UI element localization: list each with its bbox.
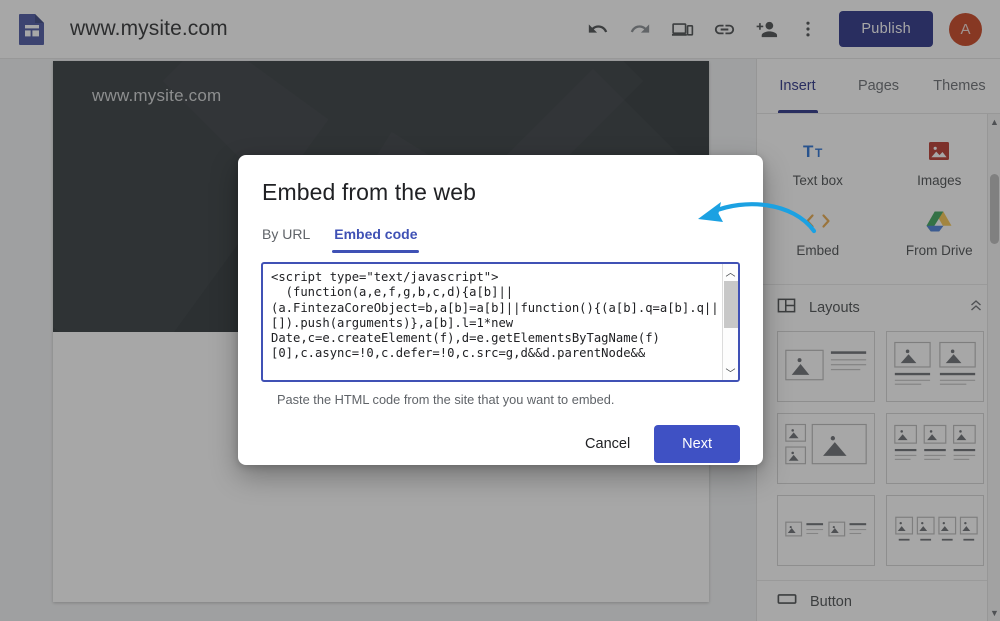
undo-icon[interactable] [577, 8, 619, 50]
embed-from-web-dialog: Embed from the web By URL Embed code <sc… [238, 155, 763, 465]
insert-item-images[interactable]: Images [879, 128, 1000, 198]
insert-item-embed[interactable]: Embed [757, 198, 879, 268]
tab-by-url[interactable]: By URL [262, 226, 310, 253]
avatar[interactable]: A [949, 13, 982, 46]
copy-link-icon[interactable] [703, 8, 745, 50]
layout-thumb-image-left-text-right[interactable] [777, 331, 875, 402]
tab-insert[interactable]: Insert [757, 59, 838, 113]
code-scroll-down-icon[interactable]: ﹀ [723, 365, 738, 380]
insert-item-from-drive[interactable]: From Drive [879, 198, 1000, 268]
dialog-actions: Cancel Next [261, 425, 740, 463]
images-icon [927, 138, 951, 164]
layout-thumb-two-small-one-large[interactable] [777, 413, 875, 484]
layout-thumb-three-images-three-texts[interactable] [886, 413, 984, 484]
tab-pages[interactable]: Pages [838, 59, 919, 113]
layout-thumb-two-images-two-texts[interactable] [886, 331, 984, 402]
tab-themes[interactable]: Themes [919, 59, 1000, 113]
insert-items-grid: T T Text box Images [757, 114, 1000, 285]
add-person-icon[interactable] [745, 8, 787, 50]
button-section: Button [757, 580, 1000, 620]
site-title: www.mysite.com [70, 17, 228, 41]
more-vertical-icon[interactable] [787, 8, 829, 50]
layouts-section-header[interactable]: Layouts [757, 285, 1000, 329]
insert-label-text-box: Text box [793, 173, 843, 188]
insert-label-images: Images [917, 173, 961, 188]
google-drive-icon [926, 208, 952, 234]
button-rect-icon [777, 592, 797, 611]
embed-code-text[interactable]: <script type="text/javascript"> (functio… [263, 264, 722, 380]
banner-url-text: www.mysite.com [92, 86, 221, 106]
button-section-header[interactable]: Button [757, 581, 1000, 620]
preview-devices-icon[interactable] [661, 8, 703, 50]
google-sites-logo-icon [18, 13, 46, 45]
button-title: Button [810, 594, 984, 610]
cancel-button[interactable]: Cancel [569, 426, 646, 462]
layout-thumb-two-image-text-pairs[interactable] [777, 495, 875, 566]
svg-text:T: T [803, 142, 814, 161]
layout-thumb-four-images-row[interactable] [886, 495, 984, 566]
scroll-up-arrow-icon[interactable]: ▲ [988, 114, 1000, 130]
insert-item-text-box[interactable]: T T Text box [757, 128, 879, 198]
embed-code-field[interactable]: <script type="text/javascript"> (functio… [261, 262, 740, 382]
layouts-title: Layouts [809, 300, 955, 316]
next-button[interactable]: Next [654, 425, 740, 463]
publish-button[interactable]: Publish [839, 11, 933, 47]
redo-icon[interactable] [619, 8, 661, 50]
insert-label-from-drive: From Drive [906, 243, 973, 258]
code-scrollbar-thumb[interactable] [724, 281, 738, 328]
scroll-down-arrow-icon[interactable]: ▼ [988, 605, 1000, 621]
svg-text:T: T [815, 146, 823, 160]
sidebar-tabs: Insert Pages Themes [757, 59, 1000, 114]
embed-code-hint: Paste the HTML code from the site that y… [261, 392, 740, 407]
embed-code-icon [803, 208, 833, 234]
text-box-icon: T T [803, 138, 833, 164]
sidebar-scrollbar-thumb[interactable] [990, 174, 999, 244]
sidebar-scrollbar[interactable]: ▲ ▼ [987, 114, 1000, 621]
tab-embed-code[interactable]: Embed code [334, 226, 417, 253]
insert-sidebar: Insert Pages Themes T T Text box [756, 59, 1000, 621]
app-header: www.mysite.com [0, 0, 1000, 59]
dialog-tabs: By URL Embed code [261, 226, 740, 253]
code-scrollbar[interactable]: ︿ ﹀ [722, 264, 738, 380]
dialog-title: Embed from the web [261, 179, 740, 206]
layouts-grid-icon [777, 296, 796, 320]
chevron-collapse-icon[interactable] [968, 298, 984, 319]
insert-label-embed: Embed [796, 243, 839, 258]
code-scroll-up-icon[interactable]: ︿ [723, 264, 738, 279]
layout-thumbnails [757, 329, 1000, 580]
